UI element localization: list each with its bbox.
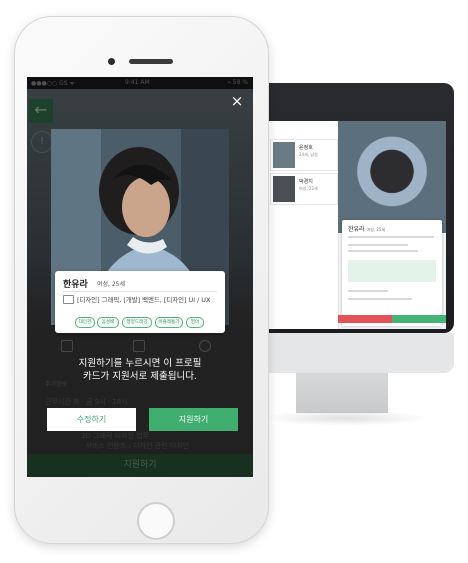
monitor-screen: 윤정호 24세, 남성 박경지 여성, 22세 한유라 여성, 25세 [268, 121, 446, 329]
monitor-shadow [260, 410, 430, 426]
monitor-profile-photo [338, 121, 446, 233]
monitor-profile-panel: 한유라 여성, 25세 [342, 220, 442, 326]
apply-notice: 지원하기를 누르시면 이 프로필 카드가 지원서로 제출됩니다. [37, 357, 243, 383]
phone-screen: ●●●○○ GS ᯤ 9:41 AM ⌁ 58 % ← ! 추가정보 근무시간 … [27, 77, 253, 477]
skill-tag: 대인관 [75, 317, 95, 328]
monitor-candidate-card[interactable]: 박경지 여성, 22세 [270, 173, 338, 205]
candidate-name: 박경지 [299, 179, 313, 185]
close-icon[interactable]: × [229, 93, 245, 109]
monitor-reject-button[interactable] [338, 315, 392, 323]
profile-divider [63, 291, 217, 292]
skill-tag: 음성배 [97, 317, 119, 328]
home-button[interactable] [137, 502, 175, 540]
candidate-thumbnail [273, 142, 295, 168]
panel-text-line [348, 298, 412, 300]
candidate-sub: 24세, 남성 [299, 152, 318, 157]
profile-jobs: [디자인] 그래픽, [개발] 백엔드, [디자인] UI / UX [77, 296, 211, 304]
candidate-name: 윤정호 [299, 145, 313, 151]
panel-divider [348, 236, 434, 238]
monitor-candidate-list: 윤정호 24세, 남성 박경지 여성, 22세 [268, 121, 339, 329]
monitor-stand [296, 373, 388, 413]
candidate-sub: 여성, 22세 [299, 186, 318, 191]
apply-notice-line2: 카드가 지원서로 제출됩니다. [83, 371, 197, 382]
briefcase-icon [63, 295, 74, 304]
camera-icon [108, 58, 115, 65]
profile-card: 한유라 여성, 25세 [디자인] 그래픽, [개발] 백엔드, [디자인] U… [55, 271, 225, 333]
edit-button[interactable]: 수정하기 [47, 408, 136, 431]
monitor-candidate-card[interactable]: 윤정호 24세, 남성 [270, 139, 338, 171]
profile-meta: 여성, 25세 [97, 281, 126, 288]
speaker-grille [129, 59, 173, 64]
monitor-panel-note [348, 260, 436, 282]
candidate-thumbnail [273, 176, 295, 202]
skill-tag: 행정드래깅 [122, 317, 152, 328]
apply-button[interactable]: 지원하기 [149, 408, 238, 431]
panel-text-line [348, 244, 408, 246]
skill-tag: 영어 [186, 317, 204, 328]
panel-text-line [348, 290, 388, 292]
profile-name: 한유라 [63, 280, 88, 290]
skill-tag: 비즐레통기 [155, 317, 183, 328]
monitor-action-buttons [338, 315, 446, 323]
apply-notice-line1: 지원하기를 누르시면 이 프로필 [78, 358, 202, 369]
monitor-panel-title: 한유라 여성, 25세 [348, 226, 386, 233]
panel-text-line [348, 250, 418, 252]
monitor-accept-button[interactable] [392, 315, 446, 323]
